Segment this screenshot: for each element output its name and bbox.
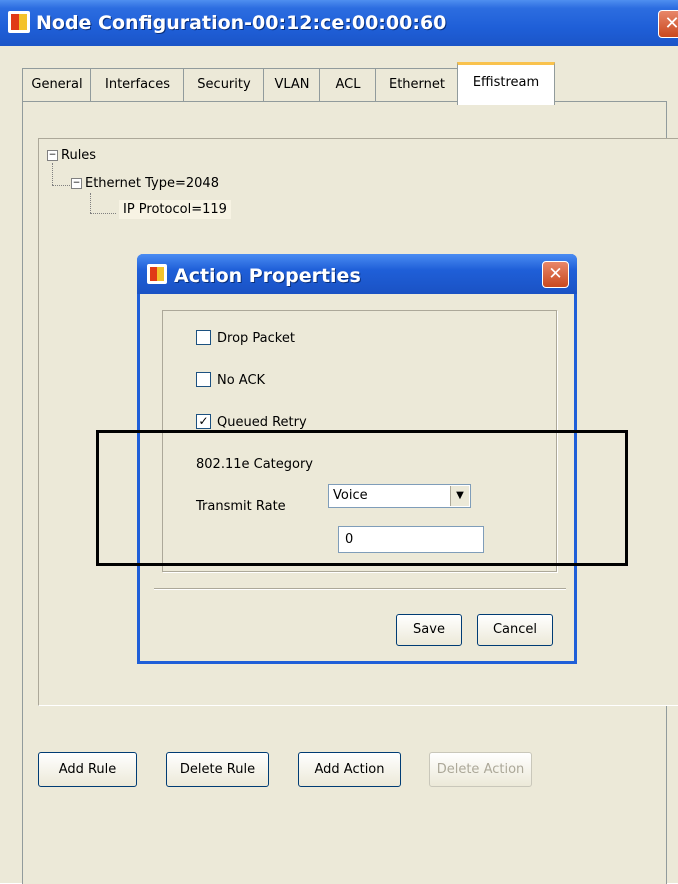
no-ack-label: No ACK (217, 373, 266, 388)
collapse-icon[interactable]: − (71, 178, 82, 189)
node-configuration-window: Node Configuration-00:12:ce:00:00:60 ✕ G… (0, 0, 678, 884)
add-action-button[interactable]: Add Action (298, 752, 401, 787)
tab-security[interactable]: Security (183, 68, 265, 101)
tree-connector (90, 213, 116, 214)
drop-packet-label: Drop Packet (217, 331, 295, 346)
no-ack-checkbox[interactable] (196, 372, 211, 387)
dialog-title: Action Properties (174, 265, 361, 287)
tab-vlan[interactable]: VLAN (263, 68, 321, 101)
tab-ethernet[interactable]: Ethernet (375, 68, 459, 101)
app-icon (8, 11, 30, 33)
no-ack-option[interactable]: No ACK (196, 372, 266, 388)
queued-retry-option[interactable]: ✓ Queued Retry (196, 414, 307, 430)
drop-packet-option[interactable]: Drop Packet (196, 330, 295, 346)
tab-general[interactable]: General (22, 68, 92, 101)
tree-connector (52, 185, 70, 186)
tree-node-ethernet-type[interactable]: − Ethernet Type=2048 (71, 176, 219, 191)
delete-action-button: Delete Action (429, 752, 532, 787)
app-icon (147, 264, 167, 284)
tree-label-ethernet-type: Ethernet Type=2048 (85, 176, 219, 191)
category-selected-value: Voice (333, 488, 368, 503)
transmit-rate-value: 0 (345, 532, 354, 547)
delete-rule-button[interactable]: Delete Rule (166, 752, 269, 787)
drop-packet-checkbox[interactable] (196, 330, 211, 345)
cancel-button[interactable]: Cancel (477, 614, 553, 646)
close-icon[interactable]: ✕ (658, 10, 678, 38)
queued-retry-checkbox[interactable]: ✓ (196, 414, 211, 429)
tree-connector (52, 163, 53, 185)
tree-label-ip-protocol: IP Protocol=119 (119, 200, 231, 219)
chevron-down-icon[interactable]: ▼ (450, 486, 469, 506)
dialog-close-icon[interactable]: ✕ (542, 261, 569, 288)
queued-retry-label: Queued Retry (217, 415, 307, 430)
window-titlebar[interactable]: Node Configuration-00:12:ce:00:00:60 ✕ (0, 0, 678, 46)
tree-node-rules[interactable]: − Rules (47, 148, 96, 163)
category-label: 802.11e Category (196, 457, 313, 472)
add-rule-button[interactable]: Add Rule (38, 752, 137, 787)
dialog-separator (154, 588, 566, 590)
collapse-icon[interactable]: − (47, 150, 58, 161)
tab-acl[interactable]: ACL (319, 68, 377, 101)
tab-effistream[interactable]: Effistream (457, 62, 555, 105)
tree-node-ip-protocol[interactable]: IP Protocol=119 (119, 200, 231, 219)
tree-connector (90, 193, 91, 213)
transmit-rate-label: Transmit Rate (196, 499, 286, 514)
tab-interfaces[interactable]: Interfaces (90, 68, 185, 101)
action-properties-dialog: Action Properties ✕ Drop Packet No ACK ✓… (137, 254, 577, 664)
category-select[interactable]: Voice ▼ (328, 484, 471, 508)
window-title: Node Configuration-00:12:ce:00:00:60 (36, 12, 447, 34)
transmit-rate-input[interactable]: 0 (338, 526, 484, 553)
dialog-titlebar[interactable]: Action Properties ✕ (137, 254, 577, 294)
tree-label-rules: Rules (61, 148, 97, 163)
save-button[interactable]: Save (396, 614, 462, 646)
